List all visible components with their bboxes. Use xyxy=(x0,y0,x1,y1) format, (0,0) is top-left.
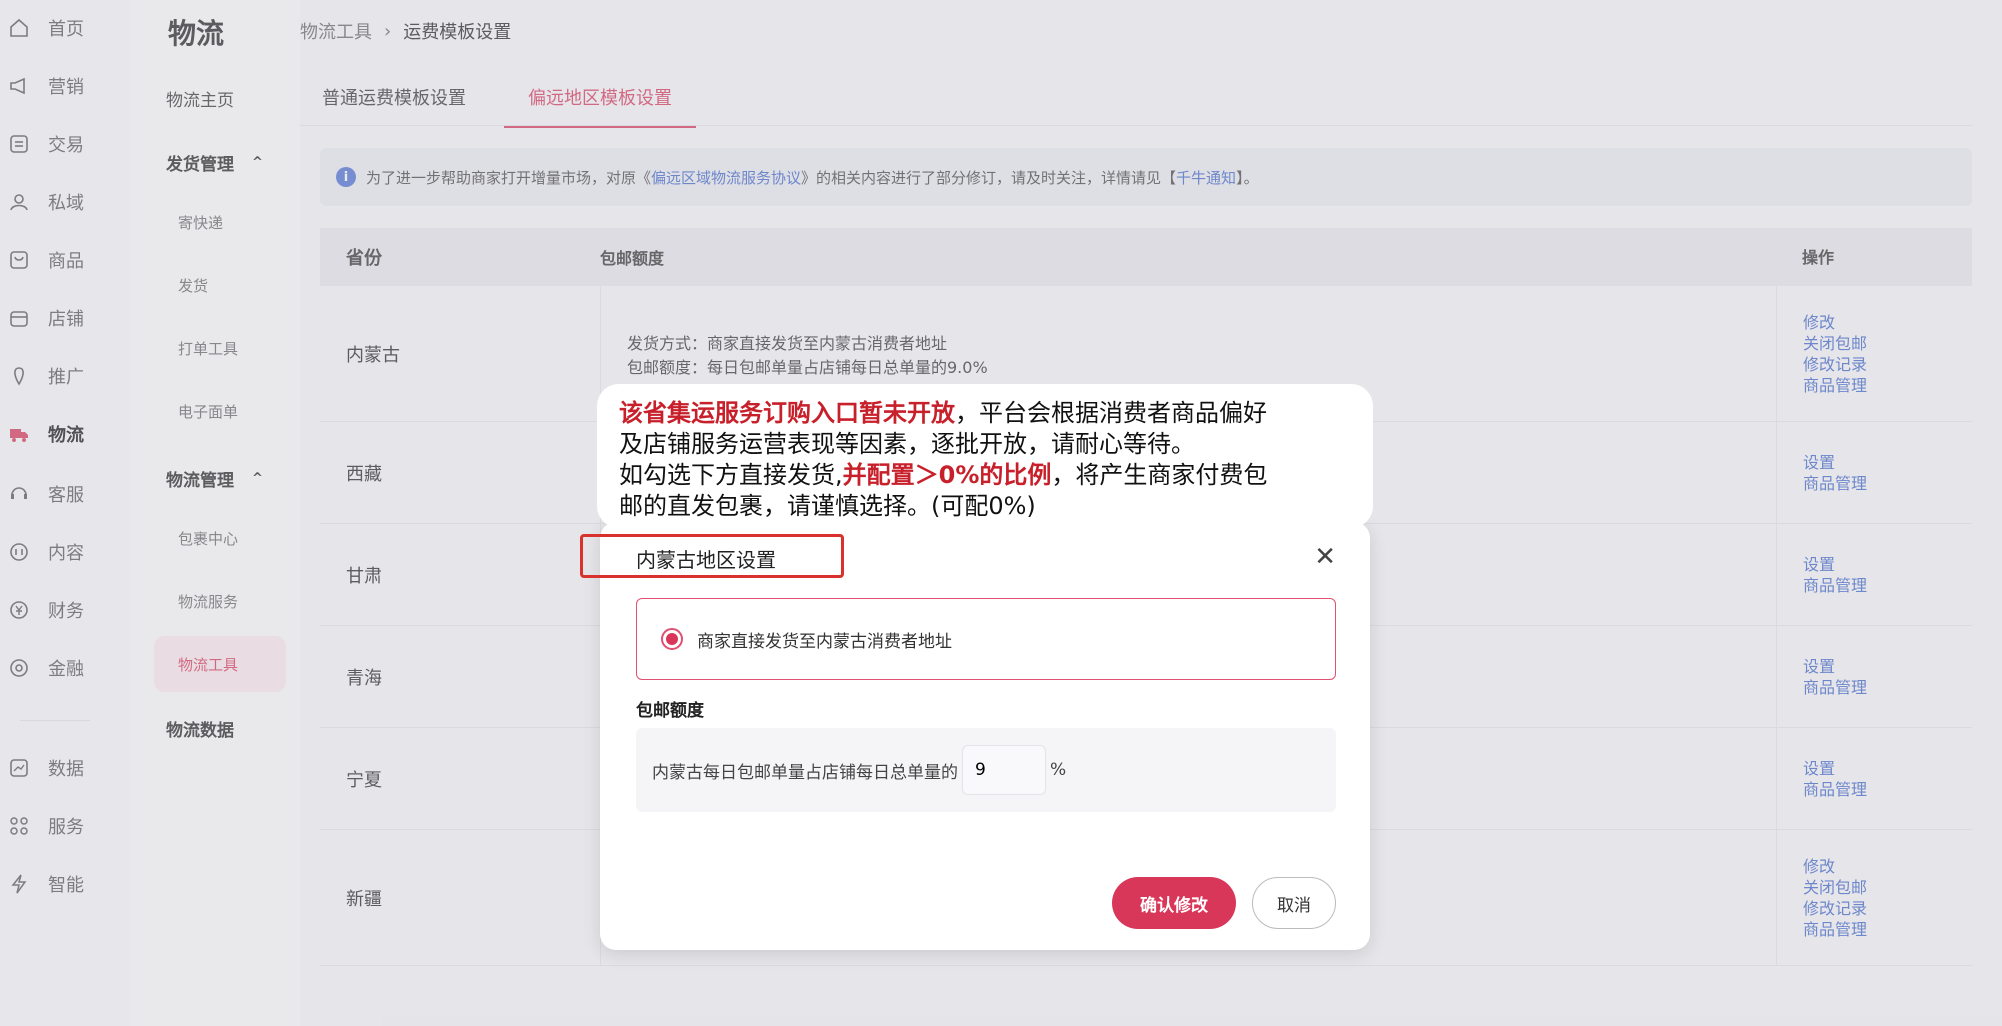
confirm-button[interactable]: 确认修改 xyxy=(1112,877,1236,929)
callout-line: 如勾选下方直接发货,并配置＞0%的比例，将产生商家付费包 xyxy=(619,460,1351,491)
dialog-title: 内蒙古地区设置 xyxy=(636,548,776,572)
annotation-callout: 该省集运服务订购入口暂未开放，平台会根据消费者商品偏好 及店铺服务运营表现等因素… xyxy=(597,384,1373,528)
callout-text: 如勾选下方直接发货, xyxy=(619,461,843,489)
callout-line: 该省集运服务订购入口暂未开放，平台会根据消费者商品偏好 xyxy=(619,398,1351,429)
radio-selected-icon[interactable] xyxy=(661,628,683,650)
callout-highlight: 并配置＞0%的比例 xyxy=(842,461,1052,489)
quota-section-label: 包邮额度 xyxy=(636,701,704,721)
callout-text: ，将产生商家付费包 xyxy=(1051,461,1268,489)
region-settings-dialog: 内蒙古地区设置 ✕ 商家直接发货至内蒙古消费者地址 包邮额度 内蒙古每日包邮单量… xyxy=(580,522,1370,950)
callout-line: 邮的直发包裹，请谨慎选择。(可配0%) xyxy=(619,492,1036,520)
cancel-button[interactable]: 取消 xyxy=(1252,877,1336,929)
quota-unit: % xyxy=(1050,760,1067,780)
callout-text: ，平台会根据消费者商品偏好 xyxy=(955,399,1267,427)
direct-ship-option[interactable]: 商家直接发货至内蒙古消费者地址 xyxy=(636,598,1336,680)
callout-highlight: 该省集运服务订购入口暂未开放 xyxy=(619,399,955,427)
callout-line: 及店铺服务运营表现等因素，逐批开放，请耐心等待。 xyxy=(619,430,1195,458)
quota-row: 内蒙古每日包邮单量占店铺每日总单量的 % xyxy=(636,728,1336,812)
option-label: 商家直接发货至内蒙古消费者地址 xyxy=(697,631,952,652)
quota-text: 内蒙古每日包邮单量占店铺每日总单量的 xyxy=(652,762,958,783)
quota-percent-input[interactable] xyxy=(962,745,1046,795)
close-icon[interactable]: ✕ xyxy=(1314,544,1336,570)
